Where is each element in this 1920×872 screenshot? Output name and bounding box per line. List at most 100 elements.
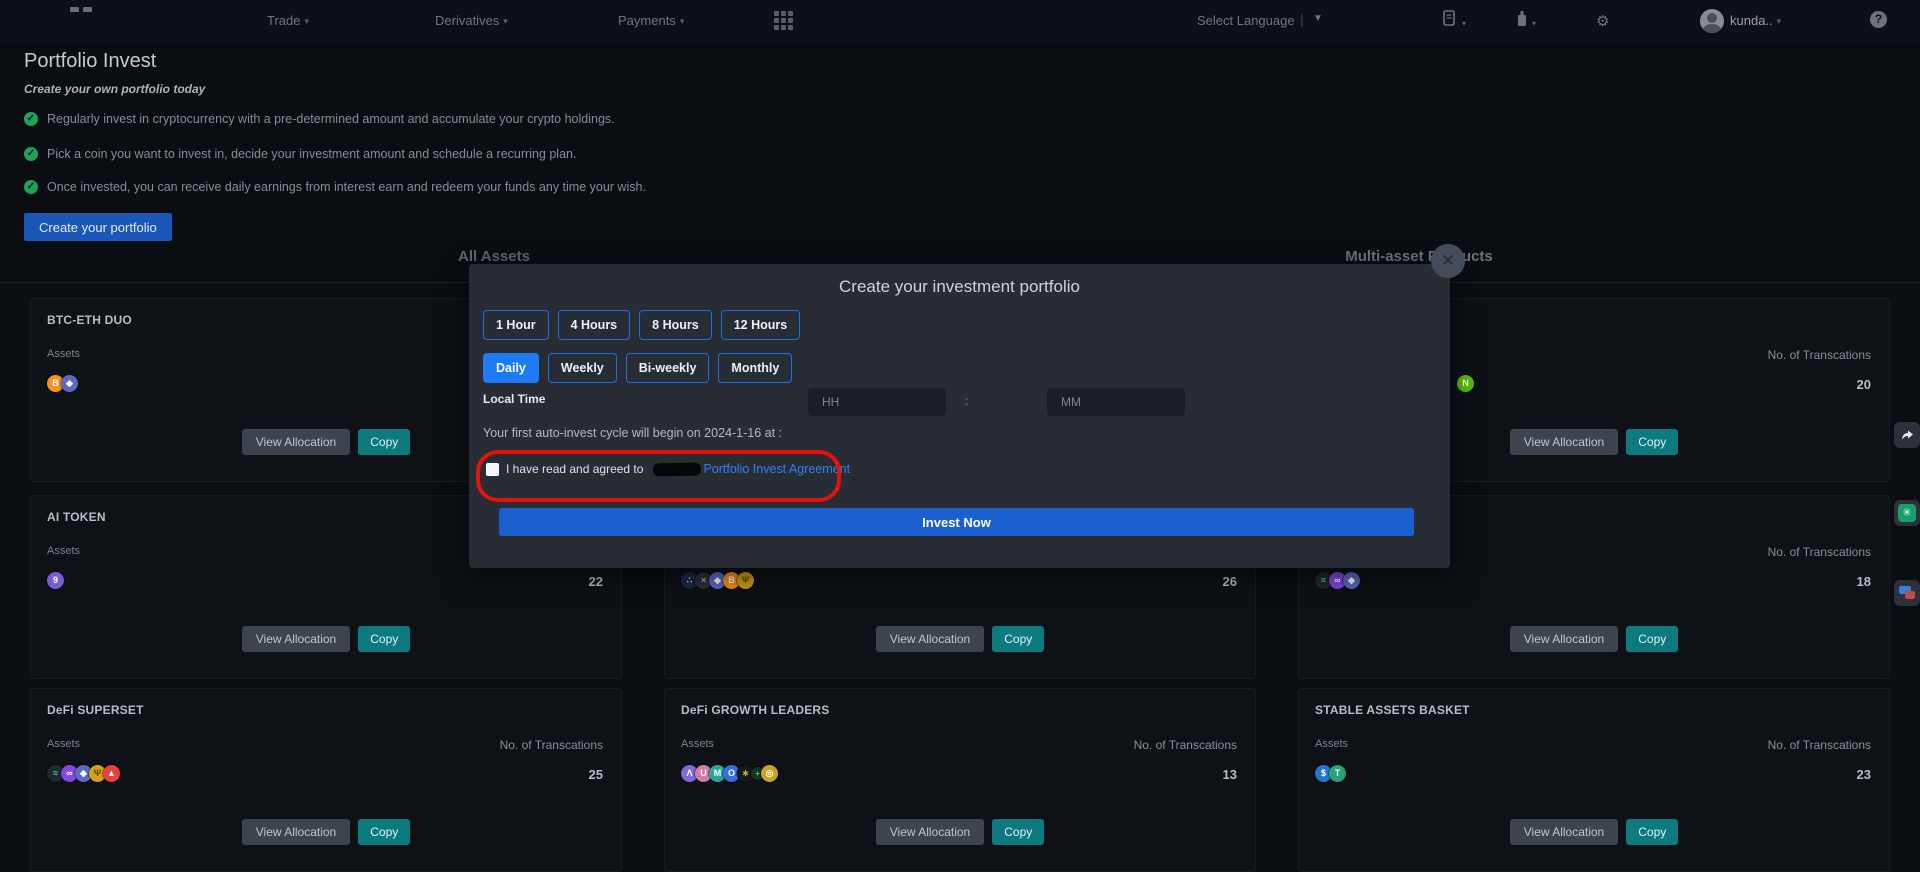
- copy-button[interactable]: Copy: [358, 819, 410, 845]
- view-allocation-button[interactable]: View Allocation: [876, 626, 985, 652]
- asset-icons-row: N: [1457, 375, 1471, 392]
- apps-grid-icon[interactable]: [774, 11, 794, 31]
- assets-label: Assets: [47, 348, 80, 360]
- copy-button[interactable]: Copy: [1626, 429, 1678, 455]
- green-coin-icon: N: [1457, 375, 1474, 392]
- benefit-item: ✓ Regularly invest in cryptocurrency wit…: [24, 112, 615, 126]
- hour-option-4-hours[interactable]: 4 Hours: [558, 310, 631, 340]
- chevron-down-icon: ▾: [680, 16, 685, 26]
- copy-button[interactable]: Copy: [358, 626, 410, 652]
- view-allocation-button[interactable]: View Allocation: [242, 429, 351, 455]
- chevron-down-icon: ▾: [1777, 16, 1782, 26]
- hour-input[interactable]: [808, 388, 946, 416]
- transactions-count: 13: [1223, 767, 1237, 782]
- card-title: DeFi SUPERSET: [47, 703, 144, 717]
- chat-widget-button[interactable]: [1894, 580, 1920, 606]
- gear-icon[interactable]: ⚙: [1596, 12, 1609, 30]
- nav-item-payments[interactable]: Payments▾: [618, 13, 684, 28]
- chevron-down-icon: ▾: [1462, 19, 1466, 28]
- agreement-row: I have read and agreed to Portfolio Inve…: [486, 462, 850, 476]
- tab-multi-asset-products[interactable]: Multi-asset Products: [1309, 248, 1529, 265]
- asset-icons-row: $T: [1315, 765, 1343, 782]
- copy-button[interactable]: Copy: [1626, 626, 1678, 652]
- chevron-down-icon: ▾: [1532, 19, 1536, 28]
- assets-label: Assets: [1315, 738, 1348, 750]
- create-portfolio-modal: Create your investment portfolio 1 Hour 4…: [469, 264, 1450, 568]
- view-allocation-button[interactable]: View Allocation: [1510, 429, 1619, 455]
- portfolio-card-defi-growth-leaders: DeFi GROWTH LEADERS Assets No. of Transcat…: [664, 688, 1256, 872]
- local-time-label: Local Time: [483, 392, 545, 406]
- divider: |: [1300, 11, 1304, 27]
- frequency-option-daily[interactable]: Daily: [483, 353, 539, 383]
- copy-button[interactable]: Copy: [358, 429, 410, 455]
- chevron-down-icon: ▾: [304, 16, 309, 26]
- card-title: DeFi GROWTH LEADERS: [681, 703, 829, 717]
- copy-button[interactable]: Copy: [992, 819, 1044, 845]
- card-buttons-row: View Allocation Copy: [31, 819, 621, 845]
- copy-button[interactable]: Copy: [1626, 819, 1678, 845]
- asset-icons-row: ≈∞◆: [1315, 572, 1357, 589]
- ethereum-icon: ◆: [1343, 572, 1360, 589]
- card-buttons-row: View Allocation Copy: [1299, 819, 1889, 845]
- language-label: Select Language: [1197, 13, 1295, 28]
- language-dropdown-icon[interactable]: ▼: [1313, 13, 1323, 24]
- card-title: BTC-ETH DUO: [47, 313, 132, 327]
- avatar[interactable]: [1700, 9, 1724, 33]
- language-selector[interactable]: Select Language: [1197, 13, 1295, 28]
- frequency-option-weekly[interactable]: Weekly: [548, 353, 617, 383]
- portfolio-card-defi-superset: DeFi SUPERSETAssetsNo. of Transcations≈∞…: [30, 688, 622, 872]
- cycle-start-note: Your first auto-invest cycle will begin …: [483, 426, 782, 440]
- nav-item-derivatives[interactable]: Derivatives ▾: [435, 13, 508, 28]
- create-portfolio-button[interactable]: Create your portfolio: [24, 213, 172, 241]
- gold-ring-coin-icon: ◎: [761, 765, 778, 782]
- agreement-link[interactable]: Portfolio Invest Agreement: [703, 462, 850, 476]
- transactions-count: 23: [1857, 767, 1871, 782]
- hour-option-1-hour[interactable]: 1 Hour: [483, 310, 549, 340]
- frequency-option-monthly[interactable]: Monthly: [718, 353, 792, 383]
- copy-button[interactable]: Copy: [992, 626, 1044, 652]
- transactions-count: 25: [589, 767, 603, 782]
- hour-option-8-hours[interactable]: 8 Hours: [639, 310, 712, 340]
- frequency-option-bi-weekly[interactable]: Bi-weekly: [626, 353, 710, 383]
- assets-label: Assets: [47, 738, 80, 750]
- wallet-icon[interactable]: ▾: [1516, 10, 1536, 32]
- portfolio-card-stable-assets-basket: STABLE ASSETS BASKETAssetsNo. of Transca…: [1298, 688, 1890, 872]
- transactions-label: No. of Transcations: [1768, 738, 1871, 752]
- benefit-item: ✓ Pick a coin you want to invest in, dec…: [24, 147, 576, 161]
- time-colon: :: [965, 394, 968, 408]
- view-allocation-button[interactable]: View Allocation: [242, 819, 351, 845]
- nav-item-trade[interactable]: Trade▾: [267, 13, 309, 28]
- chat-bubble-icon: [1905, 591, 1915, 599]
- share-widget-button[interactable]: [1894, 422, 1920, 448]
- invest-now-button[interactable]: Invest Now: [499, 508, 1414, 536]
- transactions-label: No. of Transcations: [1768, 545, 1871, 559]
- modal-close-icon[interactable]: ✕: [1431, 244, 1465, 278]
- avalanche-icon: ▲: [103, 765, 120, 782]
- assistant-widget-button[interactable]: ✳: [1894, 500, 1920, 526]
- user-menu[interactable]: kunda.. ▾: [1730, 13, 1781, 28]
- view-allocation-button[interactable]: View Allocation: [242, 626, 351, 652]
- transactions-label: No. of Transcations: [500, 738, 603, 752]
- transactions-count: 20: [1857, 377, 1871, 392]
- transactions-label: No. of Transcations: [1134, 738, 1237, 752]
- nav-item-label: Derivatives: [435, 13, 499, 28]
- modal-title: Create your investment portfolio: [469, 277, 1450, 297]
- orders-icon[interactable]: ▾: [1443, 10, 1466, 32]
- view-allocation-button[interactable]: View Allocation: [1510, 626, 1619, 652]
- ai-token-icon: 9: [47, 572, 64, 589]
- assets-label: Assets: [681, 738, 714, 750]
- agreement-checkbox[interactable]: [486, 463, 499, 476]
- check-circle-icon: ✓: [24, 180, 38, 194]
- top-nav: Trade▾ Derivatives ▾ Payments▾ Select Lan…: [0, 0, 1920, 42]
- tab-all-assets[interactable]: All Assets: [384, 248, 604, 265]
- username-label: kunda..: [1730, 13, 1773, 28]
- chevron-down-icon: ▾: [503, 16, 508, 26]
- brand-logo[interactable]: [70, 7, 92, 13]
- view-allocation-button[interactable]: View Allocation: [876, 819, 985, 845]
- minute-input[interactable]: [1047, 388, 1185, 416]
- view-allocation-button[interactable]: View Allocation: [1510, 819, 1619, 845]
- transactions-count: 26: [1223, 574, 1237, 589]
- card-buttons-row: View Allocation Copy: [1299, 626, 1889, 652]
- hour-option-12-hours[interactable]: 12 Hours: [721, 310, 801, 340]
- help-icon[interactable]: ?: [1870, 11, 1887, 28]
